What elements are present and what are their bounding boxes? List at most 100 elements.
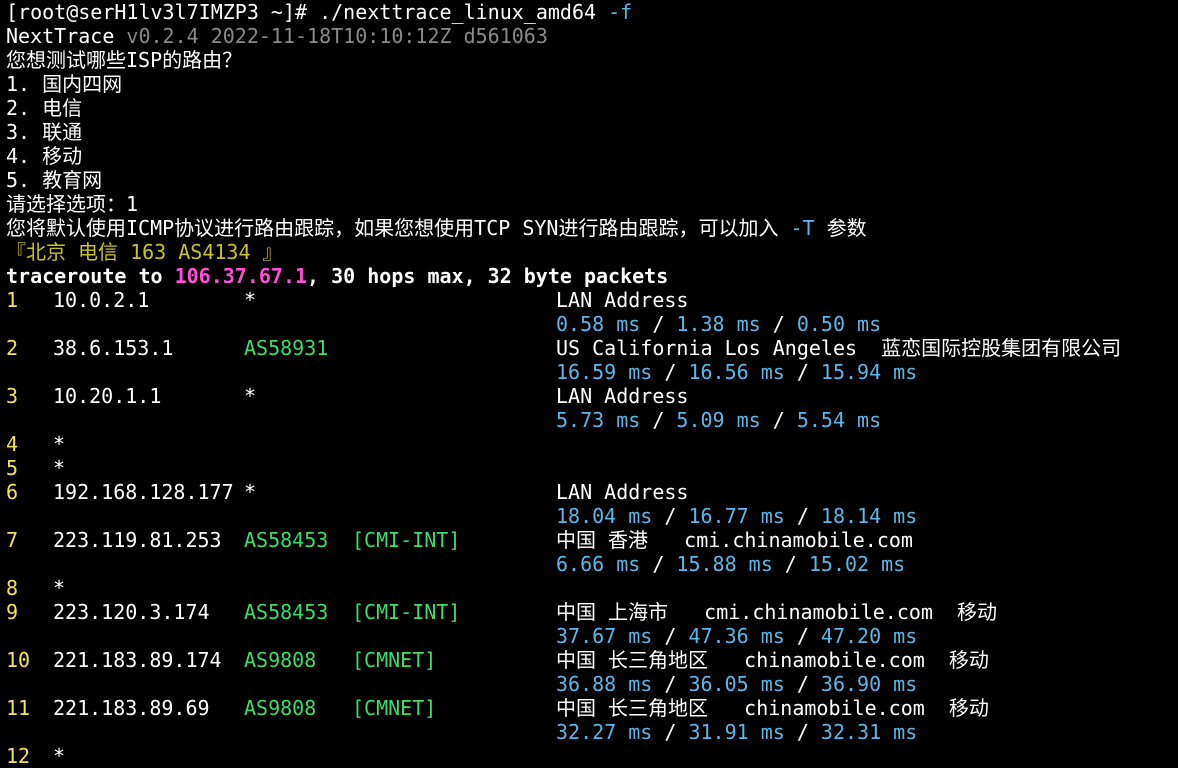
hop-row: 1 10.0.2.1 * LAN Address — [6, 288, 1178, 312]
hop-row: 5 * — [6, 456, 1178, 480]
latency-value: 6.66 ms — [556, 552, 641, 576]
latency-separator: / — [760, 408, 797, 432]
hop-row: 9 223.120.3.174 AS58453 [CMI-INT] 中国 上海市 cmi… — [6, 600, 1178, 624]
hop-network-tag: [CMI-INT] — [352, 528, 461, 552]
hop-number: 4 — [6, 432, 19, 456]
latency-separator: / — [784, 504, 821, 528]
hop-latency: 5.73 ms / 5.09 ms / 5.54 ms — [556, 408, 881, 432]
hop-location: LAN Address — [556, 480, 689, 504]
latency-separator: / — [760, 312, 797, 336]
hop-latency-row: 32.27 ms / 31.91 ms / 32.31 ms — [6, 720, 1178, 744]
hop-ip: * — [53, 432, 66, 456]
hop-ip: 38.6.153.1 — [53, 336, 174, 360]
notice-text-end: 参数 — [814, 216, 867, 240]
latency-value: 16.77 ms — [688, 504, 785, 528]
hop-location: 中国 长三角地区 chinamobile.com 移动 — [556, 696, 989, 720]
hop-asn: AS9808 — [244, 648, 317, 672]
latency-value: 15.02 ms — [808, 552, 906, 576]
menu-option: 3. 联通 — [6, 120, 83, 144]
hop-ip: 10.20.1.1 — [53, 384, 162, 408]
traceroute-header: traceroute to 106.37.67.1, 30 hops max, … — [6, 264, 668, 288]
isp-question: 您想测试哪些ISP的路由？ — [6, 48, 243, 72]
command-flag: -f — [608, 0, 633, 24]
hop-location: US California Los Angeles 蓝恋国际控股集团有限公司 — [556, 336, 1122, 360]
hop-asn: AS58453 — [244, 528, 329, 552]
hop-asn: * — [244, 384, 257, 408]
latency-value: 1.38 ms — [676, 312, 761, 336]
menu-answer: 请选择选项：1 — [6, 192, 139, 216]
hop-ip: * — [53, 456, 66, 480]
hop-latency: 16.59 ms / 16.56 ms / 15.94 ms — [556, 360, 917, 384]
menu-option: 4. 移动 — [6, 144, 83, 168]
hop-ip: 10.0.2.1 — [53, 288, 150, 312]
hop-ip: * — [53, 576, 66, 600]
latency-value: 37.67 ms — [556, 624, 653, 648]
latency-separator: / — [784, 672, 821, 696]
hop-row: 11 221.183.89.69 AS9808 [CMNET] 中国 长三角地区 chi… — [6, 696, 1178, 720]
hop-row: 8 * — [6, 576, 1178, 600]
hop-latency-row: 36.88 ms / 36.05 ms / 36.90 ms — [6, 672, 1178, 696]
latency-value: 36.05 ms — [688, 672, 785, 696]
hop-row: 10 221.183.89.174 AS9808 [CMNET] 中国 长三角地区 ch… — [6, 648, 1178, 672]
hop-network-tag: [CMI-INT] — [352, 600, 461, 624]
latency-value: 16.56 ms — [688, 360, 785, 384]
hop-network-tag: [CMNET] — [352, 648, 437, 672]
command-text: ./nexttrace_linux_amd64 — [319, 0, 597, 24]
latency-separator: / — [652, 720, 689, 744]
latency-separator: / — [652, 672, 689, 696]
latency-separator: / — [652, 360, 689, 384]
latency-value: 31.91 ms — [688, 720, 785, 744]
hop-ip: 223.120.3.174 — [53, 600, 210, 624]
hop-asn: AS58931 — [244, 336, 329, 360]
hop-latency: 0.58 ms / 1.38 ms / 0.50 ms — [556, 312, 881, 336]
notice-text: 您将默认使用ICMP协议进行路由跟踪，如果您想使用TCP SYN进行路由跟踪，可… — [6, 216, 791, 240]
latency-value: 18.14 ms — [820, 504, 918, 528]
latency-value: 5.54 ms — [796, 408, 882, 432]
hop-asn: AS9808 — [244, 696, 317, 720]
hop-number: 8 — [6, 576, 19, 600]
target-ip: 106.37.67.1 — [174, 264, 308, 288]
app-name: NextTrace — [6, 24, 115, 48]
latency-value: 47.20 ms — [820, 624, 918, 648]
latency-value: 5.73 ms — [556, 408, 641, 432]
traceroute-prefix: traceroute to — [6, 264, 175, 288]
target-label: 『北京 电信 163 AS4134 』 — [6, 240, 283, 264]
hop-latency-row: 16.59 ms / 16.56 ms / 15.94 ms — [6, 360, 1178, 384]
app-version: v0.2.4 2022-11-18T10:10:12Z d561063 — [126, 24, 548, 48]
latency-separator: / — [784, 360, 821, 384]
latency-value: 15.88 ms — [676, 552, 773, 576]
latency-separator: / — [640, 312, 677, 336]
hop-number: 1 — [6, 288, 19, 312]
hop-ip: 221.183.89.69 — [53, 696, 210, 720]
latency-separator: / — [640, 552, 677, 576]
hop-latency: 37.67 ms / 47.36 ms / 47.20 ms — [556, 624, 917, 648]
latency-separator: / — [652, 504, 689, 528]
hop-latency: 36.88 ms / 36.05 ms / 36.90 ms — [556, 672, 917, 696]
latency-value: 32.27 ms — [556, 720, 653, 744]
hop-latency: 6.66 ms / 15.88 ms / 15.02 ms — [556, 552, 905, 576]
hop-ip: 192.168.128.177 — [53, 480, 234, 504]
notice-flag: -T — [790, 216, 815, 240]
latency-value: 47.36 ms — [688, 624, 785, 648]
terminal-window[interactable]: [root@serH1lv3l7IMZP3 ~]# ./nexttrace_li… — [0, 0, 1178, 768]
hop-number: 6 — [6, 480, 19, 504]
traceroute-suffix: , 30 hops max, 32 byte packets — [307, 264, 669, 288]
hop-row: 6 192.168.128.177 * LAN Address — [6, 480, 1178, 504]
hop-location: 中国 上海市 cmi.chinamobile.com 移动 — [556, 600, 998, 624]
command-line: [root@serH1lv3l7IMZP3 ~]# ./nexttrace_li… — [6, 0, 632, 24]
hop-location: 中国 香港 cmi.chinamobile.com — [556, 528, 913, 552]
hop-number: 10 — [6, 648, 31, 672]
latency-separator: / — [640, 408, 677, 432]
menu-option: 1. 国内四网 — [6, 72, 123, 96]
hop-row: 7 223.119.81.253 AS58453 [CMI-INT] 中国 香港 cmi… — [6, 528, 1178, 552]
hop-asn: AS58453 — [244, 600, 329, 624]
hop-asn: * — [244, 288, 257, 312]
hop-row: 2 38.6.153.1 AS58931 US California Los Ange… — [6, 336, 1178, 360]
hop-latency-row: 18.04 ms / 16.77 ms / 18.14 ms — [6, 504, 1178, 528]
shell-prompt: [root@serH1lv3l7IMZP3 ~]# — [6, 0, 320, 24]
hop-row: 3 10.20.1.1 * LAN Address — [6, 384, 1178, 408]
hop-number: 12 — [6, 744, 31, 768]
hop-number: 3 — [6, 384, 19, 408]
latency-value: 18.04 ms — [556, 504, 653, 528]
latency-value: 0.58 ms — [556, 312, 641, 336]
